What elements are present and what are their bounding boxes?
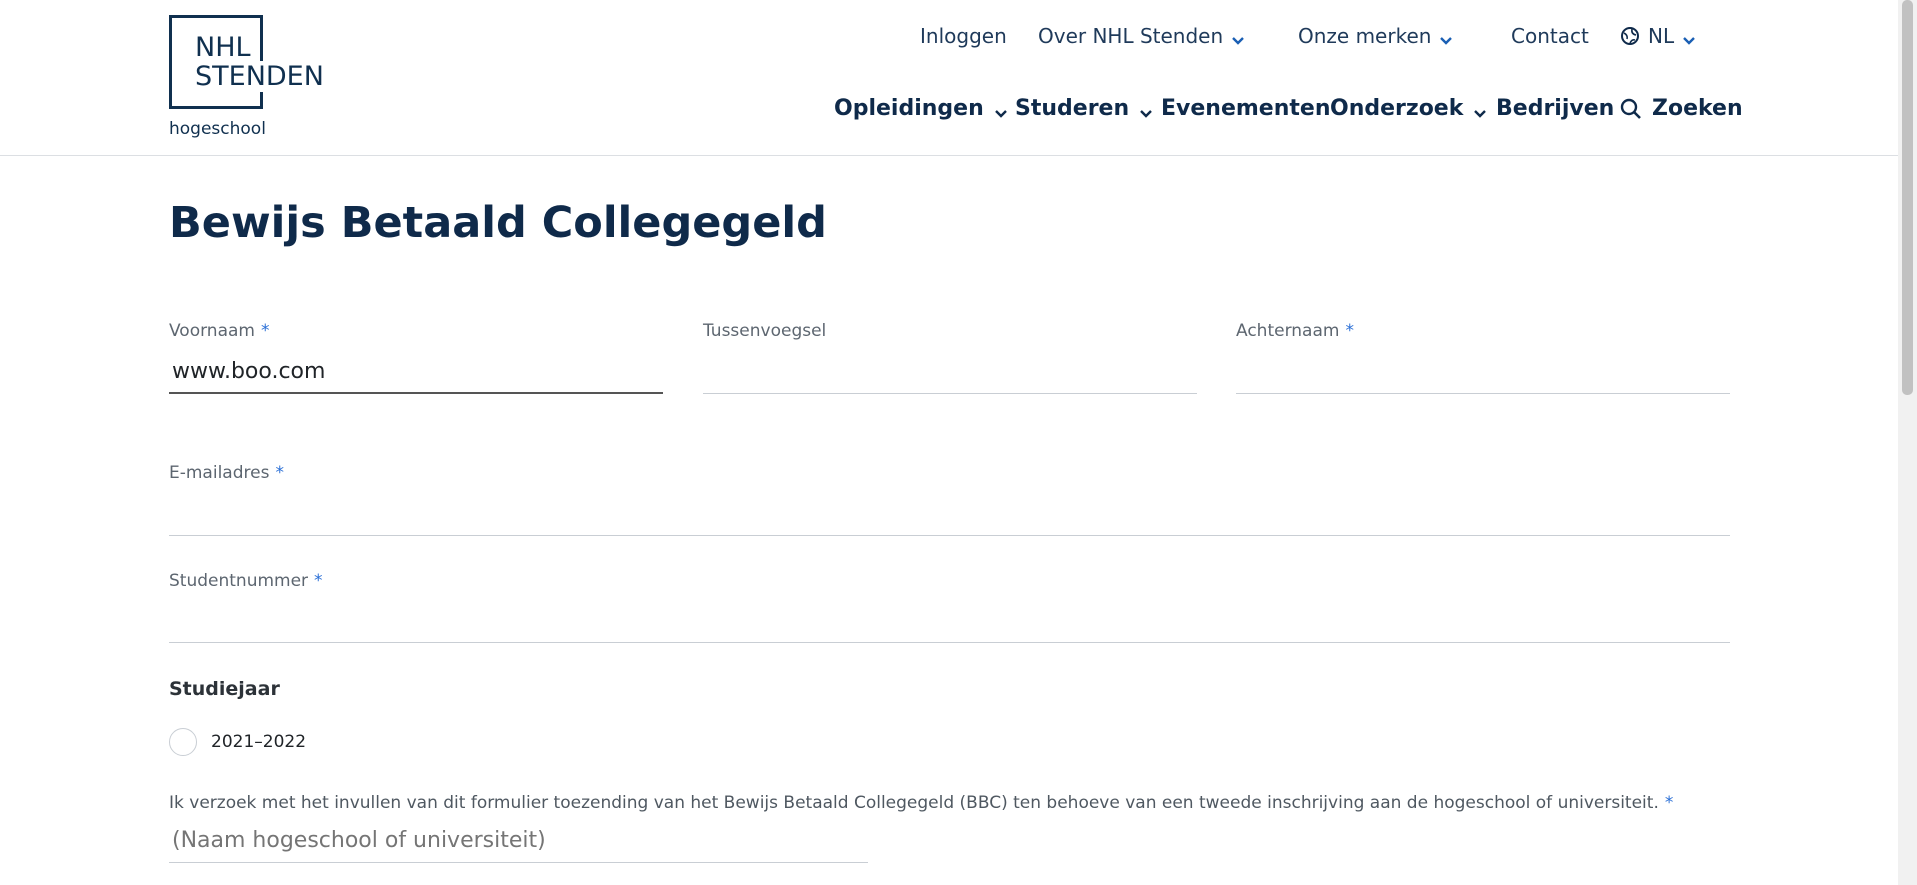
required-marker: * — [260, 321, 270, 341]
page-scrollbar[interactable] — [1898, 0, 1917, 885]
studiejaar-radio[interactable] — [169, 728, 197, 756]
voornaam-label: Voornaam * — [169, 321, 269, 341]
search-button[interactable]: Zoeken — [1620, 96, 1743, 121]
nav-opleidingen-label: Opleidingen — [834, 96, 984, 121]
nav-bedrijven[interactable]: Bedrijven — [1496, 96, 1614, 121]
search-icon — [1620, 98, 1642, 120]
studentnummer-label-text: Studentnummer — [169, 571, 309, 591]
nav-onderzoek[interactable]: Onderzoek — [1330, 96, 1487, 121]
voornaam-label-text: Voornaam — [169, 321, 255, 341]
nav-evenementen[interactable]: Evenementen — [1161, 96, 1330, 121]
nav-bedrijven-label: Bedrijven — [1496, 96, 1615, 121]
chevron-down-icon — [1439, 29, 1453, 45]
studiejaar-option-label: 2021–2022 — [211, 732, 307, 752]
search-label: Zoeken — [1652, 96, 1743, 121]
logo-subtitle: hogeschool — [169, 119, 266, 139]
tussenvoegsel-label-text: Tussenvoegsel — [703, 321, 827, 341]
page-title: Bewijs Betaald Collegegeld — [169, 198, 827, 248]
email-label-text: E-mailadres — [169, 463, 270, 483]
tussenvoegsel-label: Tussenvoegsel — [703, 321, 826, 341]
required-marker: * — [275, 463, 284, 483]
required-marker: * — [1664, 793, 1674, 813]
scrollbar-thumb[interactable] — [1902, 0, 1913, 395]
consent-statement: Ik verzoek met het invullen van dit form… — [169, 793, 1673, 813]
logo-line-2: STENDEN — [195, 61, 326, 92]
studiejaar-heading: Studiejaar — [169, 678, 280, 700]
achternaam-input[interactable] — [1236, 350, 1730, 394]
achternaam-label: Achternaam * — [1236, 321, 1354, 341]
tussenvoegsel-input[interactable] — [703, 350, 1197, 394]
onze-merken-label: Onze merken — [1298, 24, 1432, 48]
required-marker: * — [1345, 321, 1354, 341]
language-label: NL — [1648, 24, 1675, 48]
globe-icon — [1620, 26, 1640, 46]
login-label: Inloggen — [920, 24, 1007, 48]
language-selector[interactable]: NL — [1620, 24, 1696, 48]
over-nhl-stenden-label: Over NHL Stenden — [1038, 24, 1224, 48]
contact-label: Contact — [1511, 24, 1589, 48]
site-header: NHL STENDEN hogeschool Inloggen Over NHL… — [0, 0, 1898, 156]
studentnummer-label: Studentnummer * — [169, 571, 323, 591]
chevron-down-icon — [1231, 29, 1245, 45]
nav-opleidingen[interactable]: Opleidingen — [834, 96, 1008, 121]
email-input[interactable] — [169, 492, 1730, 536]
nav-evenementen-label: Evenementen — [1161, 96, 1331, 121]
chevron-down-icon — [1473, 102, 1487, 118]
required-marker: * — [314, 571, 323, 591]
nav-onderzoek-label: Onderzoek — [1330, 96, 1464, 121]
nhl-stenden-logo[interactable]: NHL STENDEN hogeschool — [169, 15, 339, 140]
over-nhl-stenden-menu[interactable]: Over NHL Stenden — [1038, 24, 1245, 48]
contact-link[interactable]: Contact — [1511, 24, 1589, 48]
institution-input[interactable] — [169, 819, 868, 863]
onze-merken-menu[interactable]: Onze merken — [1298, 24, 1453, 48]
studiejaar-option[interactable]: 2021–2022 — [169, 728, 306, 756]
chevron-down-icon — [1682, 29, 1696, 45]
email-label: E-mailadres * — [169, 463, 284, 483]
consent-text: Ik verzoek met het invullen van dit form… — [169, 793, 1659, 813]
nav-studeren[interactable]: Studeren — [1015, 96, 1153, 121]
studentnummer-input[interactable] — [169, 599, 1730, 643]
nav-studeren-label: Studeren — [1015, 96, 1130, 121]
voornaam-input[interactable] — [169, 350, 663, 394]
chevron-down-icon — [994, 102, 1008, 118]
login-link[interactable]: Inloggen — [920, 24, 1007, 48]
logo-line-1: NHL — [195, 32, 253, 63]
achternaam-label-text: Achternaam — [1236, 321, 1340, 341]
chevron-down-icon — [1139, 102, 1153, 118]
